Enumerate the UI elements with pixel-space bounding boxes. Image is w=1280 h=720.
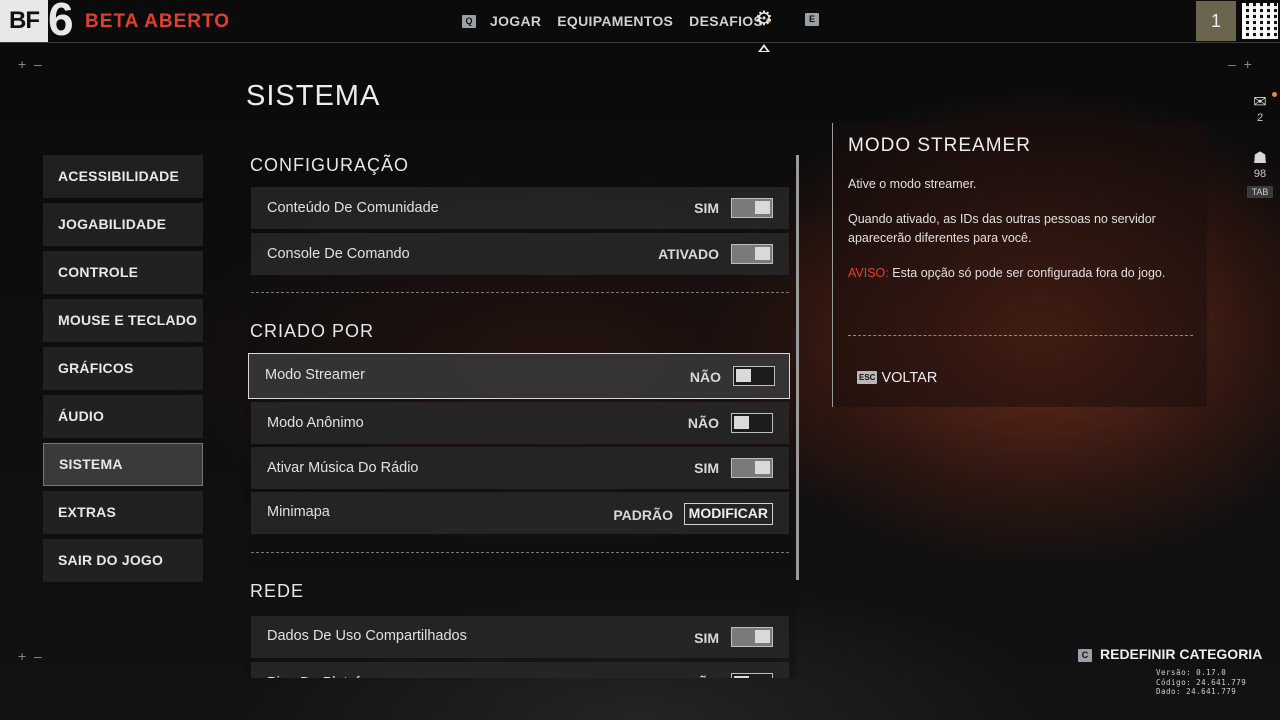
esc-key: ESC <box>857 371 878 384</box>
setting-label: Ativar Música Do Rádio <box>267 460 419 476</box>
section-divider <box>251 292 789 293</box>
sidebar-item-mouse-teclado[interactable]: MOUSE E TECLADO <box>43 299 203 342</box>
toggle-knob <box>734 416 749 429</box>
setting-value: SIM <box>694 200 719 216</box>
setting-value: ATIVADO <box>658 246 719 262</box>
sidebar-item-sistema[interactable]: SISTEMA <box>43 443 203 486</box>
squad-icon[interactable]: ☗ <box>1240 148 1280 168</box>
right-rail: ✉ 2 ☗ 98 TAB <box>1240 92 1280 198</box>
version-info: Versão: 0.17.0 Código: 24.641.779 Dado: … <box>1156 668 1246 697</box>
setting-value: NÃO <box>688 662 719 678</box>
player-level-badge[interactable]: 1 <box>1196 1 1236 41</box>
setting-label: Minimapa <box>267 504 330 520</box>
section-divider <box>251 552 789 553</box>
sidebar-item-graficos[interactable]: GRÁFICOS <box>43 347 203 390</box>
tab-key: TAB <box>1247 186 1273 198</box>
page-title: SISTEMA <box>246 80 381 112</box>
game-logo: BF 6 <box>0 0 76 42</box>
setting-row-modo-streamer[interactable]: Modo Streamer NÃO <box>248 353 790 399</box>
setting-row-conteudo-comunidade[interactable]: Conteúdo De Comunidade SIM <box>251 187 789 229</box>
sidebar-item-jogabilidade[interactable]: JOGABILIDADE <box>43 203 203 246</box>
nav-desafios-label: DESAFIOS <box>689 13 764 29</box>
section-title: CRIADO POR <box>250 321 375 341</box>
info-divider <box>848 335 1193 336</box>
back-label: VOLTAR <box>881 370 938 386</box>
nav-equipamentos[interactable]: EQUIPAMENTOS <box>557 13 673 29</box>
settings-gear-icon[interactable]: ⚙ <box>754 9 774 29</box>
info-panel: MODO STREAMER Ative o modo streamer. Qua… <box>832 123 1207 407</box>
settings-scrollbar[interactable] <box>796 155 799 580</box>
setting-row-modo-anonimo[interactable]: Modo Anônimo NÃO <box>251 402 789 444</box>
main-nav: Q JOGAR EQUIPAMENTOS DESAFIOS <box>462 0 787 42</box>
settings-panel: CONFIGURAÇÃO Conteúdo De Comunidade SIM … <box>244 145 796 678</box>
toggle-switch[interactable] <box>731 244 773 264</box>
version-text: Versão: 0.17.0 <box>1156 668 1227 677</box>
toggle-switch[interactable] <box>731 413 773 433</box>
nav-jogar[interactable]: JOGAR <box>490 13 541 29</box>
back-button[interactable]: ESC VOLTAR <box>857 370 937 386</box>
info-title: MODO STREAMER <box>848 135 1031 156</box>
section-title: REDE <box>250 581 305 601</box>
sidebar-item-controle[interactable]: CONTROLE <box>43 251 203 294</box>
reset-label: REDEFINIR CATEGORIA <box>1100 646 1263 662</box>
settings-sidebar: ACESSIBILIDADE JOGABILIDADE CONTROLE MOU… <box>43 155 203 587</box>
setting-row-dados-uso[interactable]: Dados De Uso Compartilhados SIM <box>251 616 789 658</box>
setting-row-minimapa[interactable]: Minimapa PADRÃO MODIFICAR <box>251 492 789 534</box>
logo-number: 6 <box>48 0 74 45</box>
corner-mark-icon: – + <box>1228 56 1252 72</box>
toggle-knob <box>755 201 770 214</box>
data-text: Dado: 24.641.779 <box>1156 687 1237 696</box>
setting-label: Ping Da Plataforma <box>267 662 393 678</box>
toggle-knob <box>755 630 770 643</box>
nav-left-key: Q <box>462 14 476 28</box>
setting-row-musica-radio[interactable]: Ativar Música Do Rádio SIM <box>251 447 789 489</box>
corner-mark-icon: + – <box>18 648 42 664</box>
warning-text: Esta opção só pode ser configurada fora … <box>888 266 1166 280</box>
setting-row-console-comando[interactable]: Console De Comando ATIVADO <box>251 233 789 275</box>
setting-row-ping-plataforma[interactable]: Ping Da Plataforma NÃO <box>251 662 789 678</box>
corner-mark-icon: + – <box>18 56 42 72</box>
toggle-knob <box>736 369 751 382</box>
sidebar-item-acessibilidade[interactable]: ACESSIBILIDADE <box>43 155 203 198</box>
setting-value: NÃO <box>687 415 719 431</box>
reset-category-button[interactable]: C REDEFINIR CATEGORIA <box>1078 646 1262 662</box>
qr-code-icon[interactable] <box>1242 3 1278 39</box>
toggle-switch[interactable] <box>731 627 773 647</box>
setting-value: PADRÃO <box>613 507 673 523</box>
mail-count: 2 <box>1256 112 1264 124</box>
logo-bf: BF <box>0 0 48 42</box>
toggle-switch[interactable] <box>733 366 775 386</box>
nav-right-key: E <box>805 13 819 26</box>
setting-label: Modo Anônimo <box>267 415 364 431</box>
beta-title: BETA ABERTO <box>85 11 231 32</box>
sidebar-item-sair[interactable]: SAIR DO JOGO <box>43 539 203 582</box>
toggle-switch[interactable] <box>731 673 773 678</box>
sidebar-item-audio[interactable]: ÁUDIO <box>43 395 203 438</box>
setting-value: NÃO <box>689 369 721 385</box>
active-tab-caret-icon <box>758 44 770 52</box>
top-bar: BF 6 BETA ABERTO Q JOGAR EQUIPAMENTOS DE… <box>0 0 1280 43</box>
reset-key: C <box>1078 649 1092 662</box>
toggle-knob <box>734 676 749 678</box>
warning-label: AVISO: <box>848 266 889 280</box>
code-text: Código: 24.641.779 <box>1156 677 1247 687</box>
setting-value: SIM <box>694 460 719 476</box>
toggle-switch[interactable] <box>731 458 773 478</box>
setting-label: Dados De Uso Compartilhados <box>267 628 467 644</box>
squad-count: 98 <box>1253 168 1267 180</box>
setting-value: SIM <box>694 630 719 646</box>
sidebar-item-extras[interactable]: EXTRAS <box>43 491 203 534</box>
toggle-switch[interactable] <box>731 198 773 218</box>
section-title: CONFIGURAÇÃO <box>250 155 410 175</box>
modify-button[interactable]: MODIFICAR <box>683 503 773 525</box>
info-warning: AVISO: Esta opção só pode ser configurad… <box>848 264 1178 283</box>
toggle-knob <box>755 461 770 474</box>
setting-label: Console De Comando <box>267 246 410 262</box>
info-detail: Quando ativado, as IDs das outras pessoa… <box>848 212 1156 245</box>
mail-notification-dot <box>1272 92 1277 97</box>
toggle-knob <box>755 247 770 260</box>
info-description: Ative o modo streamer. <box>848 177 977 191</box>
setting-label: Conteúdo De Comunidade <box>267 200 439 216</box>
setting-label: Modo Streamer <box>265 367 365 383</box>
